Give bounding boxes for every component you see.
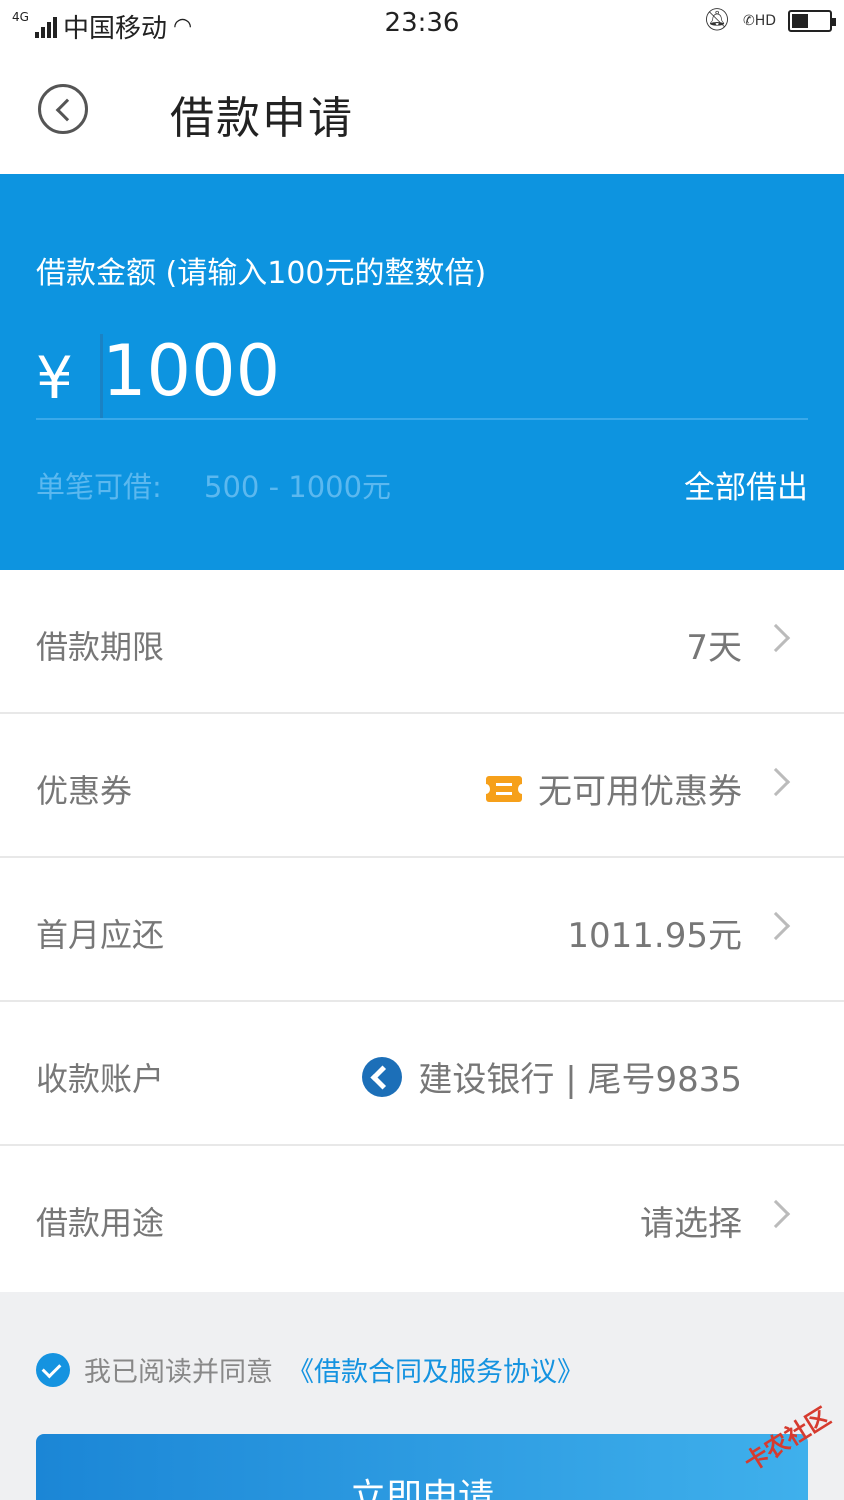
agreement-link[interactable]: 《借款合同及服务协议》 [287,1350,584,1389]
amount-panel: 借款金额 (请输入100元的整数倍) ¥ 1000 单笔可借: 500 - 10… [0,174,844,570]
coupon-icon [482,775,526,802]
row-label: 借款用途 [36,1204,165,1242]
borrow-all-button[interactable]: 全部借出 [684,462,808,507]
chevron-right-icon [761,623,791,653]
call-hd-icon: ✆HD [742,12,776,29]
row-value: 建设银行 | 尾号9835 [362,1052,742,1101]
row-value: 7天 [686,620,742,669]
loan-purpose-value: 请选择 [640,1204,742,1244]
chevron-right-icon [761,1199,791,1229]
agreement-text: 我已阅读并同意 [84,1357,273,1388]
loan-options-list: 借款期限 7天 优惠券 无可用优惠券 首月应还 1011.95元 收款账户 建设… [0,570,844,1292]
chevron-right-icon [761,911,791,941]
agreement-checkbox[interactable] [36,1352,70,1387]
apply-now-button[interactable]: 立即申请 [36,1434,808,1500]
battery-icon [788,9,836,32]
bank-icon [362,1056,403,1097]
agreement-row: 我已阅读并同意 《借款合同及服务协议》 [36,1350,584,1389]
row-value: 无可用优惠券 [482,764,742,813]
amount-label: 借款金额 (请输入100元的整数倍) [36,256,487,291]
amount-value[interactable]: 1000 [102,330,280,412]
row-receiving-account[interactable]: 收款账户 建设银行 | 尾号9835 [0,1002,844,1146]
row-label: 优惠券 [36,772,133,810]
battery-fill [792,13,809,28]
currency-symbol: ¥ [36,344,73,412]
row-coupon[interactable]: 优惠券 无可用优惠券 [0,714,844,858]
row-label: 首月应还 [36,916,165,954]
amount-input[interactable]: ¥ 1000 [36,330,808,420]
title-bar: 借款申请 [0,48,844,174]
first-repayment-value: 1011.95元 [567,916,742,956]
mute-icon: 🔕︎ [703,8,731,33]
row-value: 1011.95元 [567,908,742,957]
row-value: 请选择 [640,1196,742,1245]
row-label: 借款期限 [36,628,165,666]
back-icon[interactable] [38,84,88,134]
status-bar: 4G 中国移动 ◠ 23:36 🔕︎ ✆HD [0,0,844,48]
page-title: 借款申请 [170,93,354,144]
range-label: 单笔可借: [36,470,162,504]
status-right: 🔕︎ ✆HD [703,8,836,33]
loan-term-value: 7天 [686,628,742,668]
account-value: 建设银行 | 尾号9835 [418,1060,742,1100]
row-loan-purpose[interactable]: 借款用途 请选择 [0,1146,844,1292]
chevron-right-icon [761,767,791,797]
range-value: 500 - 1000元 [204,470,392,504]
row-loan-term[interactable]: 借款期限 7天 [0,570,844,714]
coupon-value: 无可用优惠券 [538,772,742,812]
row-first-repayment[interactable]: 首月应还 1011.95元 [0,858,844,1002]
row-label: 收款账户 [36,1060,165,1098]
hd-label: HD [754,12,776,29]
